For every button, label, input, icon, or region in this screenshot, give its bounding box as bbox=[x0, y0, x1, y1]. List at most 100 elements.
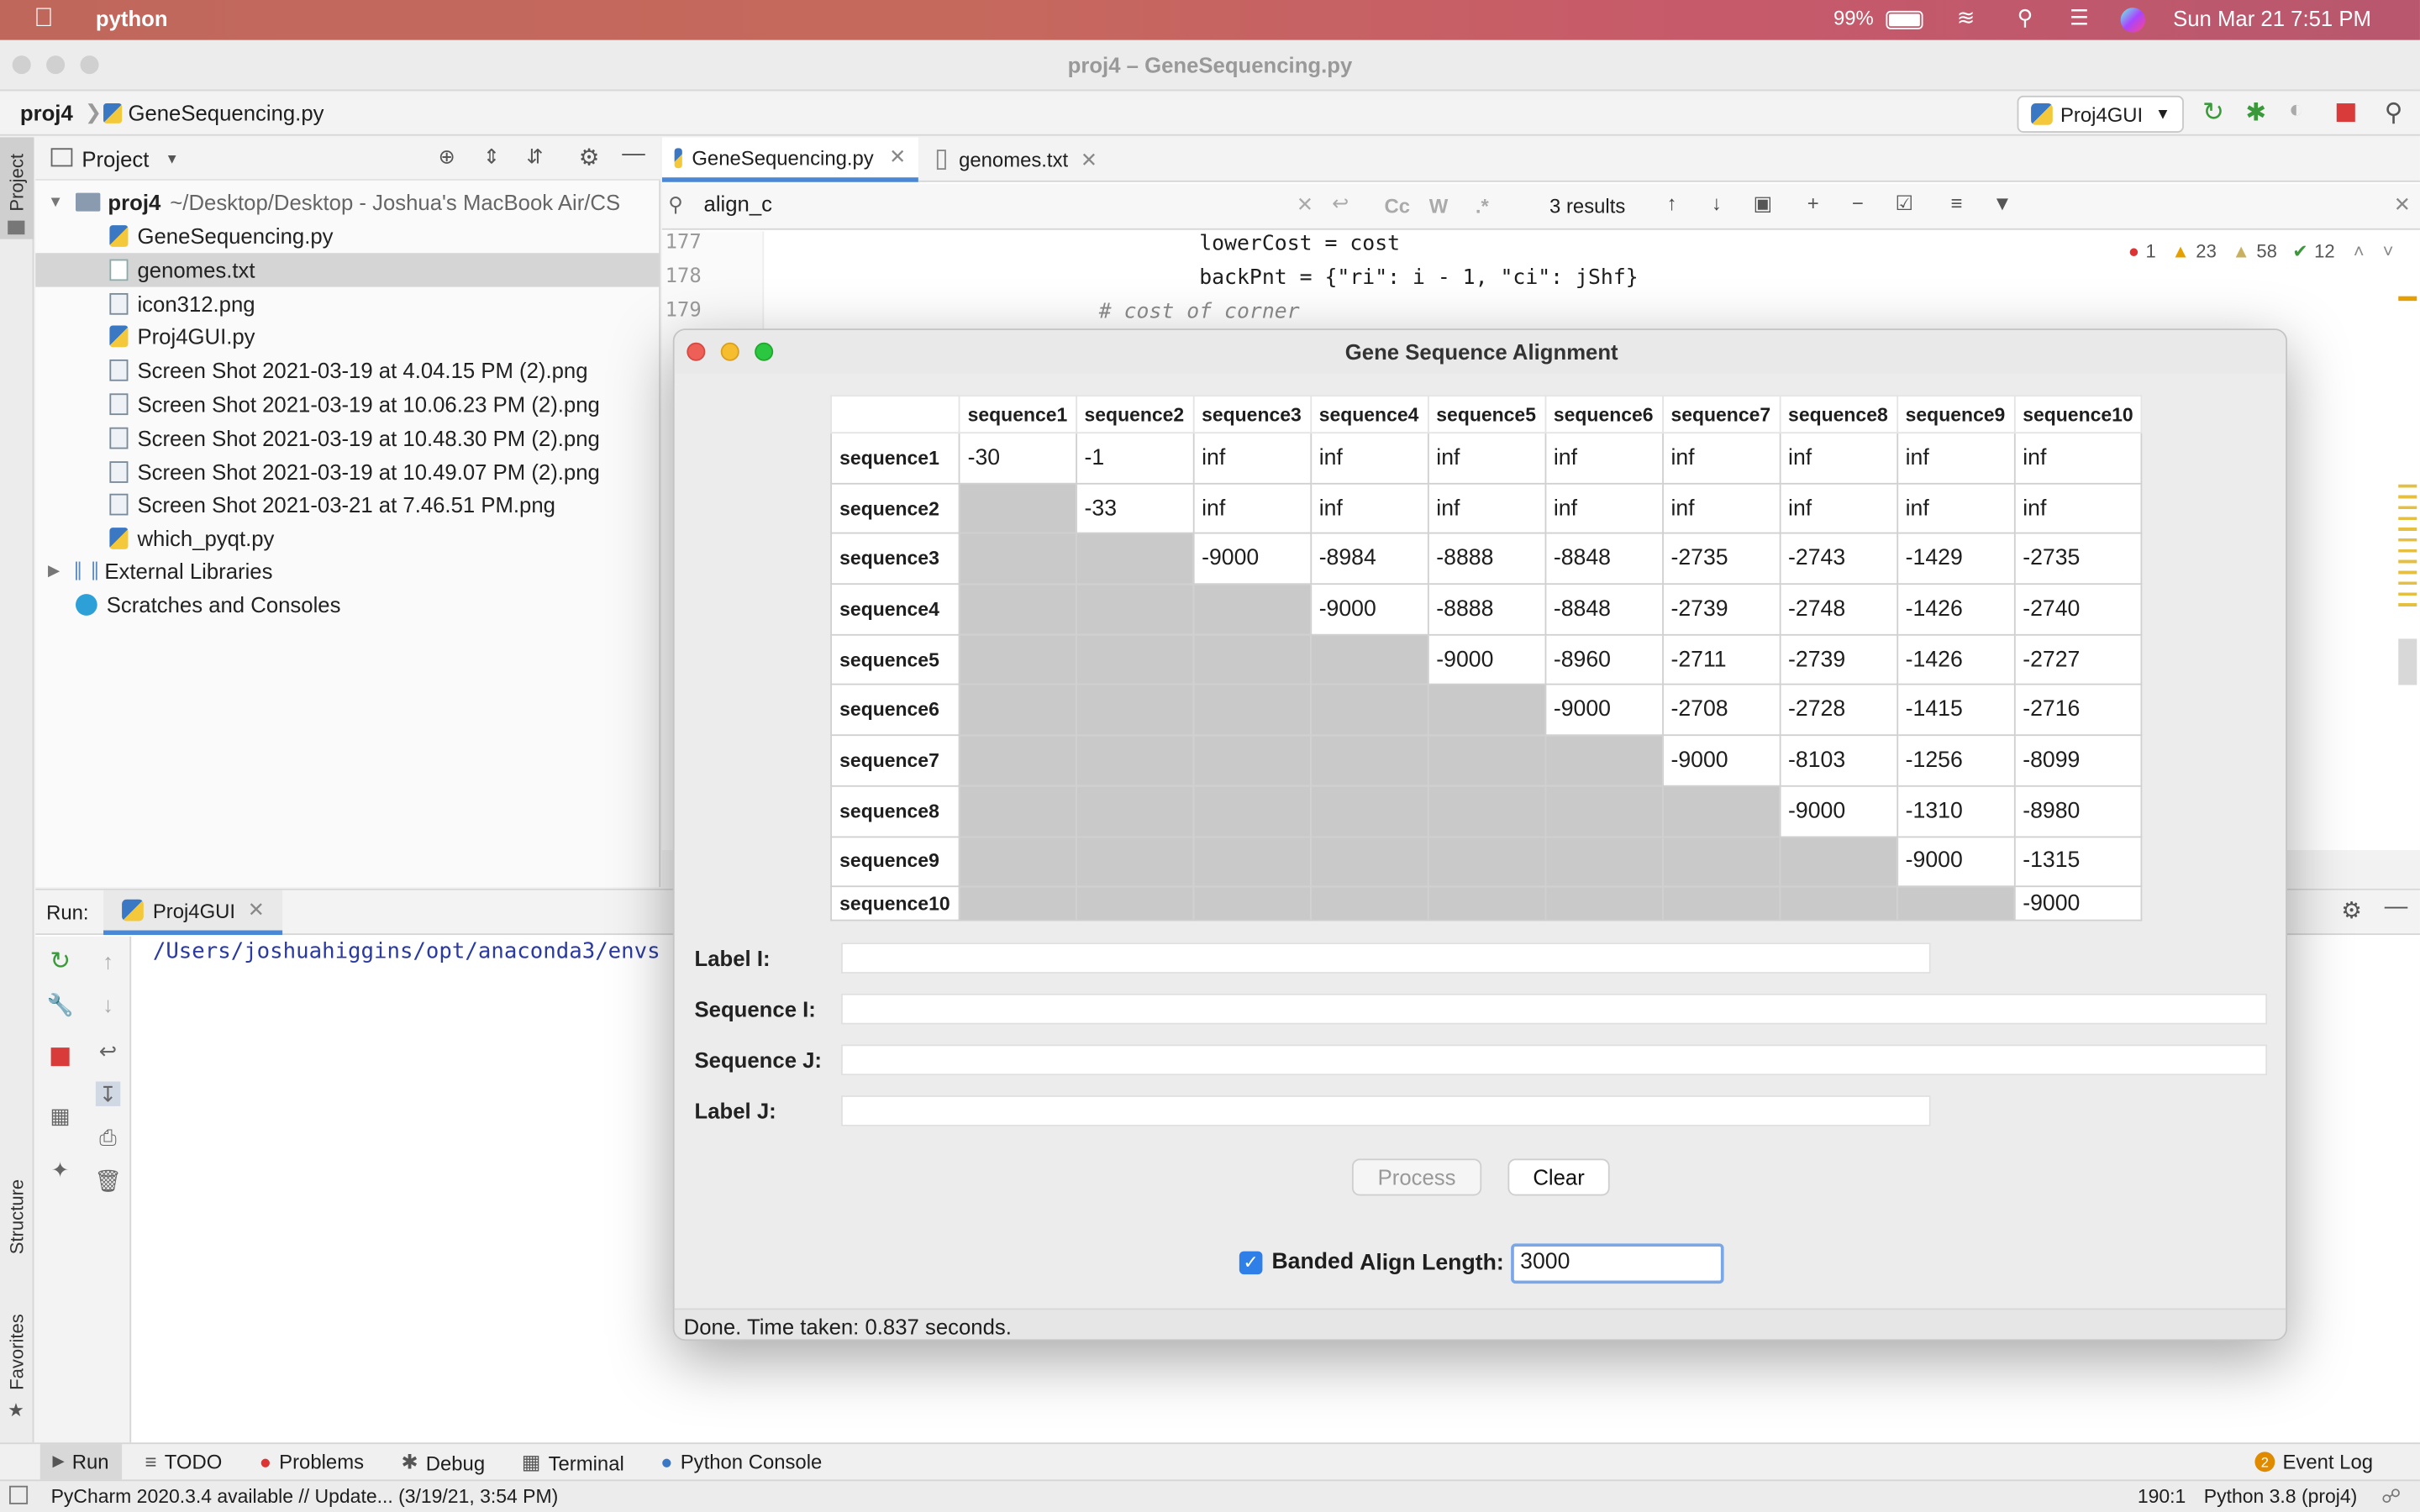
table-cell[interactable]: -2743 bbox=[1779, 533, 1898, 585]
table-cell[interactable] bbox=[1779, 835, 1898, 888]
whole-words-toggle[interactable]: W bbox=[1429, 194, 1449, 218]
layout-icon[interactable]: ▦ bbox=[48, 1102, 72, 1127]
apple-icon[interactable]:  bbox=[34, 3, 53, 34]
table-cell[interactable]: -2735 bbox=[1661, 533, 1781, 585]
table-cell[interactable] bbox=[1309, 835, 1429, 888]
table-cell[interactable]: -1429 bbox=[1896, 533, 2016, 585]
table-cell[interactable]: inf bbox=[1427, 482, 1546, 535]
table-cell[interactable] bbox=[1427, 835, 1546, 888]
table-cell[interactable] bbox=[1896, 885, 2016, 921]
wifi-icon[interactable]: ≋ bbox=[1957, 5, 1975, 31]
table-cell[interactable]: -8888 bbox=[1427, 533, 1546, 585]
table-cell[interactable]: -8888 bbox=[1427, 583, 1546, 636]
table-cell[interactable] bbox=[1309, 684, 1429, 737]
tab-proj4gui[interactable]: Proj4GUI ✕ bbox=[103, 890, 283, 936]
pin-icon[interactable]: ✦ bbox=[48, 1157, 72, 1182]
favorites-stripe-button[interactable]: Favorites bbox=[6, 1314, 28, 1390]
alignment-table[interactable]: sequence1 sequence2 sequence3 sequence4 sequ… bbox=[830, 395, 2143, 921]
rerun-icon[interactable]: ↻ bbox=[2202, 97, 2224, 129]
tab-run[interactable]: ▶ Run bbox=[39, 1444, 122, 1480]
wrench-icon[interactable]: 🔧 bbox=[47, 991, 74, 1016]
sequence-j-field[interactable] bbox=[841, 1044, 2268, 1076]
table-cell[interactable] bbox=[1192, 583, 1312, 636]
close-icon[interactable]: ✕ bbox=[1081, 147, 1097, 171]
interpreter[interactable]: Python 3.8 (proj4) bbox=[2204, 1486, 2357, 1508]
table-cell[interactable] bbox=[958, 684, 1077, 737]
column-header[interactable]: sequence1 bbox=[958, 395, 1077, 434]
tab-terminal[interactable]: ▦ Terminal bbox=[522, 1450, 624, 1474]
table-cell[interactable] bbox=[1192, 885, 1312, 921]
table-cell[interactable]: -2716 bbox=[2013, 684, 2143, 737]
row-header[interactable]: sequence3 bbox=[830, 533, 960, 585]
close-icon[interactable]: ✕ bbox=[889, 145, 906, 170]
file-item[interactable]: which_pyqt.py bbox=[109, 522, 274, 555]
file-item[interactable]: GeneSequencing.py bbox=[109, 219, 333, 253]
external-libraries[interactable]: ▶ External Libraries bbox=[48, 554, 272, 587]
code-line[interactable]: # cost of corner bbox=[998, 299, 1300, 323]
table-cell[interactable]: inf bbox=[1896, 432, 2016, 485]
trash-icon[interactable]: 🗑 bbox=[94, 1167, 122, 1192]
table-cell[interactable] bbox=[958, 885, 1077, 921]
table-cell[interactable]: -30 bbox=[958, 432, 1077, 485]
debug-icon[interactable]: ✱ bbox=[2245, 97, 2266, 129]
file-item[interactable]: Screen Shot 2021-03-19 at 10.06.23 PM (2… bbox=[109, 387, 600, 421]
close-icon[interactable]: ✕ bbox=[248, 898, 265, 922]
table-cell[interactable] bbox=[958, 835, 1077, 888]
inspection-widget[interactable]: ● 1 ▲ 23 ▲ 58 ✔ 12 ˄ ˅ bbox=[2128, 241, 2394, 263]
run-config-selector[interactable]: Proj4GUI ▼ bbox=[2017, 95, 2184, 133]
sequence-i-field[interactable] bbox=[841, 993, 2268, 1025]
down-icon[interactable]: ↓ bbox=[96, 992, 120, 1016]
toggle-tool-windows-icon[interactable] bbox=[9, 1485, 29, 1504]
table-cell[interactable] bbox=[958, 583, 1077, 636]
table-cell[interactable]: inf bbox=[1544, 432, 1664, 485]
file-item[interactable]: Proj4GUI.py bbox=[109, 320, 255, 354]
table-cell[interactable]: -1310 bbox=[1896, 785, 2016, 837]
table-cell[interactable]: inf bbox=[1192, 432, 1312, 485]
table-cell[interactable]: -9000 bbox=[2013, 885, 2143, 921]
table-cell[interactable]: -9000 bbox=[1427, 633, 1546, 686]
table-cell[interactable]: -8848 bbox=[1544, 583, 1664, 636]
label-j-field[interactable] bbox=[841, 1095, 1931, 1126]
error-stripe[interactable] bbox=[2394, 284, 2420, 832]
label-i-field[interactable] bbox=[841, 942, 1931, 974]
table-cell[interactable]: -9000 bbox=[1192, 533, 1312, 585]
column-header[interactable]: sequence2 bbox=[1075, 395, 1194, 434]
table-cell[interactable]: inf bbox=[1544, 482, 1664, 535]
table-cell[interactable] bbox=[1192, 633, 1312, 686]
table-cell[interactable]: -1256 bbox=[1896, 734, 2016, 787]
table-cell[interactable]: -2740 bbox=[2013, 583, 2143, 636]
caret-position[interactable]: 190:1 bbox=[2138, 1486, 2186, 1508]
filter-results-icon[interactable]: ▣ bbox=[1753, 192, 1772, 216]
file-item[interactable]: Screen Shot 2021-03-19 at 10.48.30 PM (2… bbox=[109, 421, 600, 454]
tab-todo[interactable]: ≡ TODO bbox=[145, 1450, 223, 1473]
table-cell[interactable]: -2739 bbox=[1661, 583, 1781, 636]
hide-icon[interactable]: — bbox=[622, 140, 645, 166]
table-cell[interactable] bbox=[1544, 885, 1664, 921]
expand-all-icon[interactable]: ⇕ bbox=[483, 145, 500, 170]
search-everywhere-icon[interactable]: ⚲ bbox=[2385, 97, 2403, 129]
file-item[interactable]: Screen Shot 2021-03-21 at 7.46.51 PM.png bbox=[109, 488, 555, 522]
row-header[interactable]: sequence6 bbox=[830, 684, 960, 737]
scroll-to-end-icon[interactable]: ↧ bbox=[95, 1081, 121, 1106]
table-cell[interactable] bbox=[1309, 885, 1429, 921]
code-line[interactable]: backPnt = {"ri": i - 1, "ci": jShf} bbox=[998, 265, 1639, 290]
console-output[interactable]: /Users/joshuahiggins/opt/anaconda3/envs bbox=[153, 940, 660, 964]
table-cell[interactable]: inf bbox=[1661, 482, 1781, 535]
table-cell[interactable]: -2711 bbox=[1661, 633, 1781, 686]
column-header[interactable]: sequence4 bbox=[1309, 395, 1429, 434]
column-header[interactable]: sequence5 bbox=[1427, 395, 1546, 434]
table-cell[interactable]: -8103 bbox=[1779, 734, 1898, 787]
row-header[interactable]: sequence2 bbox=[830, 482, 960, 535]
breadcrumb-file[interactable]: GeneSequencing.py bbox=[128, 100, 324, 124]
match-case-toggle[interactable]: Cc bbox=[1385, 194, 1411, 218]
zoom-dialog-button[interactable] bbox=[755, 342, 774, 361]
table-cell[interactable] bbox=[1661, 835, 1781, 888]
tab-python-console[interactable]: ● Python Console bbox=[660, 1450, 822, 1473]
table-cell[interactable]: inf bbox=[1427, 432, 1546, 485]
table-cell[interactable] bbox=[958, 785, 1077, 837]
search-icon[interactable]: ⚲ bbox=[2018, 5, 2033, 31]
select-all-icon[interactable]: ☑ bbox=[1895, 192, 1912, 216]
table-cell[interactable]: -2708 bbox=[1661, 684, 1781, 737]
row-header[interactable]: sequence10 bbox=[830, 885, 960, 921]
close-icon[interactable]: ✕ bbox=[2394, 193, 2411, 218]
